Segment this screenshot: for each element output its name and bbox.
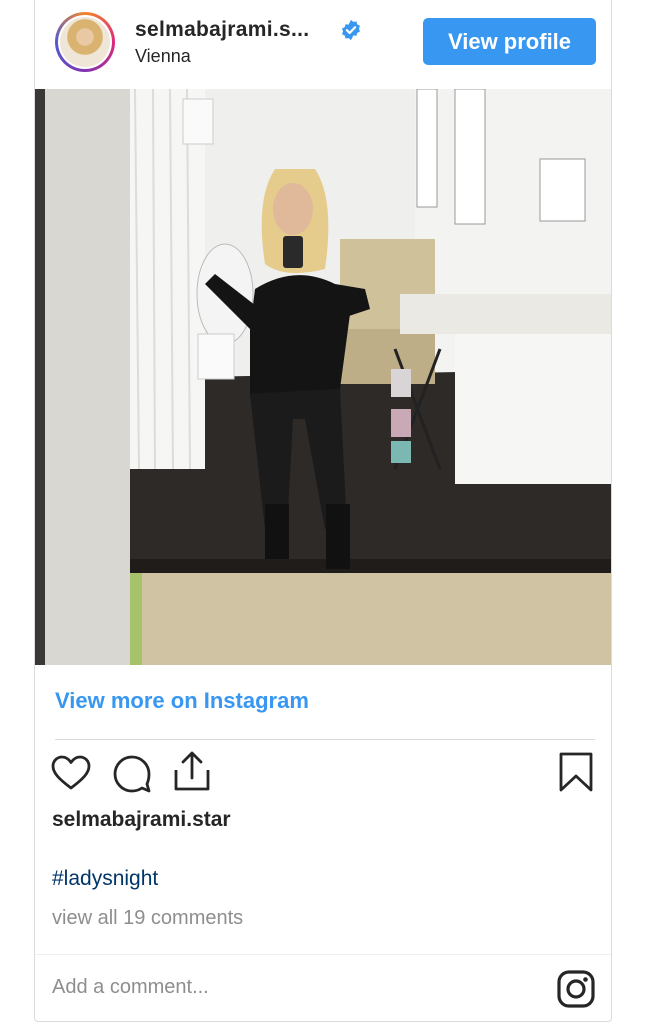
profile-username[interactable]: selmabajrami.s... (135, 18, 309, 42)
bookmark-icon[interactable] (558, 751, 594, 793)
post-photo-image (35, 89, 611, 665)
caption-hashtag[interactable]: #ladysnight (52, 867, 158, 891)
post-location[interactable]: Vienna (135, 46, 191, 67)
instagram-logo-icon[interactable] (556, 969, 596, 1009)
view-more-on-instagram-link[interactable]: View more on Instagram (55, 688, 309, 714)
post-author-handle[interactable]: selmabajrami.star (52, 808, 231, 832)
verified-badge-icon (342, 19, 360, 41)
share-icon[interactable] (172, 750, 212, 792)
profile-avatar[interactable] (55, 12, 115, 72)
heart-icon[interactable] (51, 755, 91, 791)
view-profile-button[interactable]: View profile (423, 18, 596, 65)
instagram-embed-card: selmabajrami.s... Vienna View profile Vi… (34, 0, 612, 1022)
avatar-image (60, 17, 110, 67)
view-all-comments-link[interactable]: view all 19 comments (52, 907, 243, 930)
post-photo[interactable] (35, 89, 611, 665)
post-header: selmabajrami.s... Vienna View profile (35, 0, 611, 88)
add-comment-input[interactable]: Add a comment... (52, 976, 209, 999)
comment-icon[interactable] (112, 753, 152, 793)
divider (55, 739, 595, 740)
divider (35, 954, 611, 955)
